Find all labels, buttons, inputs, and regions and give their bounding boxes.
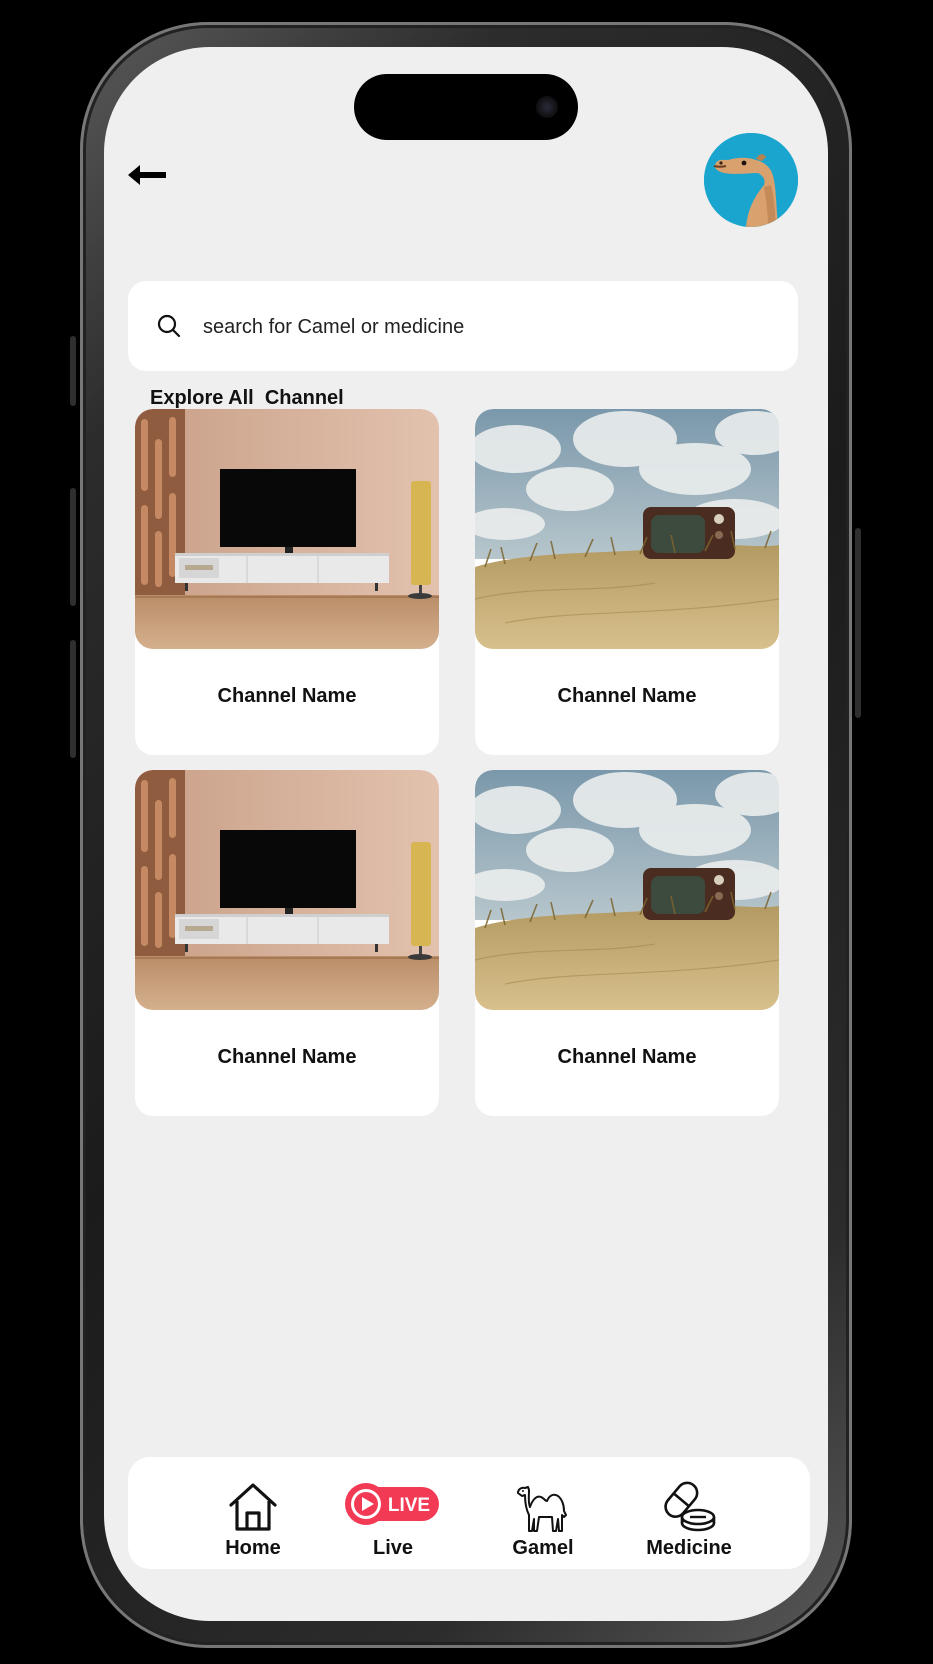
tv-stand-room-image [135, 409, 439, 649]
live-icon: LIVE [345, 1483, 439, 1525]
back-button[interactable] [126, 157, 174, 193]
channel-card[interactable]: Channel Name [135, 770, 439, 1116]
channel-name: Channel Name [557, 1046, 697, 1068]
search-icon [157, 314, 181, 338]
retro-tv-in-sand-image [475, 409, 779, 649]
nav-live-label: Live [372, 1537, 414, 1559]
nav-gamel[interactable]: Gamel [483, 1479, 603, 1563]
camera-lens [536, 96, 558, 118]
live-badge-text: LIVE [388, 1495, 430, 1516]
search-bar[interactable] [128, 281, 798, 371]
nav-medicine[interactable]: Medicine [624, 1479, 754, 1563]
dynamic-island [354, 74, 578, 140]
retro-tv-in-sand-image [475, 770, 779, 1010]
side-button-volume-up [70, 488, 76, 606]
camel-avatar-image [704, 133, 798, 227]
channel-name: Channel Name [217, 685, 357, 707]
channel-name: Channel Name [217, 1046, 357, 1068]
nav-home[interactable]: Home [193, 1479, 313, 1563]
section-title: Explore All Channel [150, 387, 344, 409]
side-button-power [855, 528, 861, 718]
channel-name: Channel Name [557, 685, 697, 707]
nav-live[interactable]: LIVE Live [328, 1479, 458, 1563]
nav-home-label: Home [225, 1537, 281, 1559]
side-button-volume-down [70, 640, 76, 758]
search-input[interactable] [201, 301, 775, 353]
channel-card[interactable]: Channel Name [475, 409, 779, 755]
camel-icon [517, 1486, 567, 1532]
app-screen: Explore All Channel [104, 47, 828, 1621]
nav-medicine-label: Medicine [646, 1537, 732, 1559]
home-icon [229, 1483, 277, 1531]
side-button-silent [70, 336, 76, 406]
channel-card[interactable]: Channel Name [135, 409, 439, 755]
medicine-icon [664, 1481, 716, 1532]
channel-card[interactable]: Channel Name [475, 770, 779, 1116]
nav-gamel-label: Gamel [512, 1537, 574, 1559]
back-arrow-icon [128, 165, 166, 185]
tv-stand-room-image [135, 770, 439, 1010]
profile-avatar[interactable] [704, 133, 798, 227]
bottom-navigation: Home LIVE Live Gamel Medicine [128, 1457, 810, 1569]
